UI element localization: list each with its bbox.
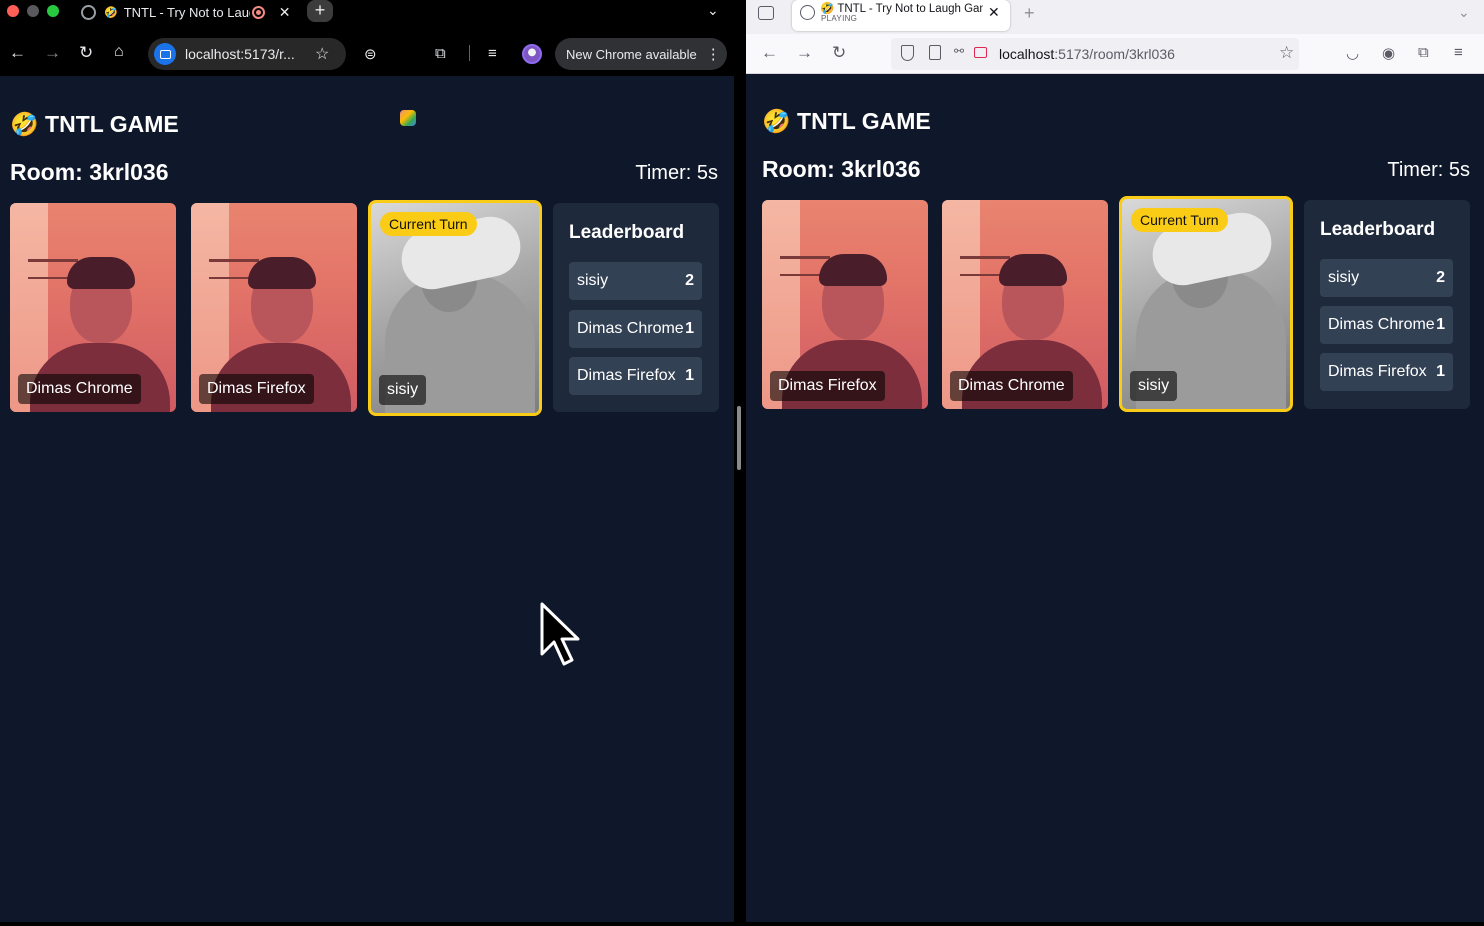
player-video-card: Dimas Firefox [191,203,357,412]
turn-timer: Timer: 5s [635,162,718,184]
pocket-icon[interactable]: ◡ [1346,44,1359,62]
video-subject [819,254,887,286]
firefox-tab-active[interactable]: 🤣 TNTL - Try Not to Laugh Game PLAYING ✕ [792,0,1010,31]
reload-icon[interactable]: ↻ [832,43,846,63]
permissions-icon[interactable]: ⚯ [954,44,964,58]
camera-in-use-icon[interactable] [154,43,176,65]
extensions-icon[interactable]: ⧉ [1418,44,1429,61]
laughing-emoji-icon: 🤣 [10,111,39,137]
room-code: Room: 3krl036 [762,156,921,182]
media-controls-icon[interactable]: ≡ [488,45,497,62]
tab-favicon-icon [800,5,815,20]
close-tab-icon[interactable]: ✕ [988,4,1000,21]
toolbar-divider [469,45,470,61]
player-name-label: Dimas Chrome [950,371,1073,401]
player-name-label: Dimas Firefox [770,371,885,401]
leaderboard-row: Dimas Chrome 1 [1320,306,1453,344]
minimize-window-button[interactable] [27,5,39,17]
home-icon[interactable]: ⌂ [114,43,124,61]
close-tab-icon[interactable]: ✕ [279,4,291,21]
window-divider-handle[interactable] [737,406,741,470]
tab-search-chevron-icon[interactable]: ⌄ [707,2,719,19]
firefox-address-bar[interactable]: ⚯ localhost:5173/room/3krl036 ☆ [891,38,1299,70]
firefox-window: 🤣 TNTL - Try Not to Laugh Game PLAYING ✕… [746,0,1484,922]
current-turn-badge: Current Turn [380,212,477,236]
leaderboard-title: Leaderboard [1320,219,1436,240]
video-subject [999,254,1067,286]
firefox-url-text[interactable]: localhost:5173/room/3krl036 [999,46,1175,62]
player-video-card: Dimas Chrome [942,200,1108,409]
back-arrow-icon[interactable]: ← [761,43,778,63]
current-turn-video-card: Current Turn sisiy [368,200,542,416]
list-all-tabs-chevron-icon[interactable]: ⌄ [1458,4,1470,21]
player-name-label: sisiy [379,375,427,405]
back-arrow-icon[interactable]: ← [9,43,26,63]
tab-audio-status: PLAYING [821,14,858,23]
game-title: 🤣 TNTL GAME [762,108,931,134]
forward-arrow-icon[interactable]: → [44,43,61,63]
laughing-emoji-icon: 🤣 [762,108,791,134]
player-video-card: Dimas Chrome [10,203,176,412]
bookmark-star-icon[interactable]: ☆ [1279,43,1294,63]
firefox-tab-bar: 🤣 TNTL - Try Not to Laugh Game PLAYING ✕… [746,0,1484,34]
room-code: Room: 3krl036 [10,159,169,185]
update-button-label: New Chrome available [566,46,697,62]
page-info-icon[interactable] [929,45,941,60]
video-subject [248,257,316,289]
chrome-tab-active[interactable]: 🤣 TNTL - Try Not to Laugh Game ✕ [72,0,300,24]
bookmark-star-icon[interactable]: ☆ [315,44,329,64]
current-turn-video-card: Current Turn sisiy [1119,196,1293,412]
turn-timer: Timer: 5s [1387,159,1470,181]
leaderboard-row: sisiy 2 [1320,259,1453,297]
tracking-protection-shield-icon[interactable] [901,45,914,61]
current-turn-badge: Current Turn [1131,208,1228,232]
chrome-toolbar: ← → ↻ ⌂ localhost:5173/r... ☆ ⊜ ⧉ ≡ New … [0,34,734,126]
recording-indicator-icon [251,5,265,19]
chrome-window: 🤣 TNTL - Try Not to Laugh Game ✕ + ⌄ ← →… [0,0,734,922]
extension-sync-icon[interactable]: ⊜ [364,45,377,63]
profile-avatar-icon[interactable] [522,44,542,64]
leaderboard-row: Dimas Chrome 1 [569,310,702,348]
new-chrome-available-button[interactable]: New Chrome available ⋮ [555,38,727,70]
account-icon[interactable]: ◉ [1382,44,1395,62]
video-subject [67,257,135,289]
firefox-toolbar: ← → ↻ ⚯ localhost:5173/room/3krl036 ☆ ◡ … [746,34,1484,74]
new-tab-button[interactable]: + [307,0,333,22]
extension-app-icon[interactable] [400,110,416,126]
reload-icon[interactable]: ↻ [79,43,93,63]
tab-favicon: 🤣 [104,6,118,19]
leaderboard-row: Dimas Firefox 1 [1320,353,1453,391]
leaderboard-panel: Leaderboard sisiy 2 Dimas Chrome 1 Dimas… [553,203,719,412]
chrome-address-bar[interactable]: localhost:5173/r... ☆ [148,38,346,70]
extensions-puzzle-icon[interactable]: ⧉ [435,45,446,62]
player-video-card: Dimas Firefox [762,200,928,409]
chrome-url-text[interactable]: localhost:5173/r... [185,46,305,62]
chrome-tab-bar: 🤣 TNTL - Try Not to Laugh Game ✕ + ⌄ [0,0,734,34]
close-window-button[interactable] [7,5,19,17]
game-title: 🤣 TNTL GAME [10,111,179,137]
player-name-label: sisiy [1130,371,1178,401]
kebab-menu-icon[interactable]: ⋮ [706,45,721,63]
leaderboard-title: Leaderboard [569,222,685,243]
new-tab-button[interactable]: + [1024,3,1035,24]
hamburger-menu-icon[interactable]: ≡ [1454,44,1463,61]
player-name-label: Dimas Firefox [199,374,314,404]
leaderboard-row: Dimas Firefox 1 [569,357,702,395]
tab-title: TNTL - Try Not to Laugh Game [123,4,250,20]
tab-group-icon [81,4,96,20]
maximize-window-button[interactable] [47,5,59,17]
leaderboard-row: sisiy 2 [569,262,702,300]
mouse-pointer-icon [540,602,580,666]
leaderboard-panel: Leaderboard sisiy 2 Dimas Chrome 1 Dimas… [1304,200,1470,409]
firefox-view-icon[interactable] [758,6,774,20]
player-name-label: Dimas Chrome [18,374,141,404]
camera-sharing-icon[interactable] [974,47,987,58]
forward-arrow-icon[interactable]: → [796,43,813,63]
desktop-screen: 🤣 TNTL - Try Not to Laugh Game ✕ + ⌄ ← →… [0,0,1484,926]
tab-title: 🤣 TNTL - Try Not to Laugh Game [820,3,983,15]
